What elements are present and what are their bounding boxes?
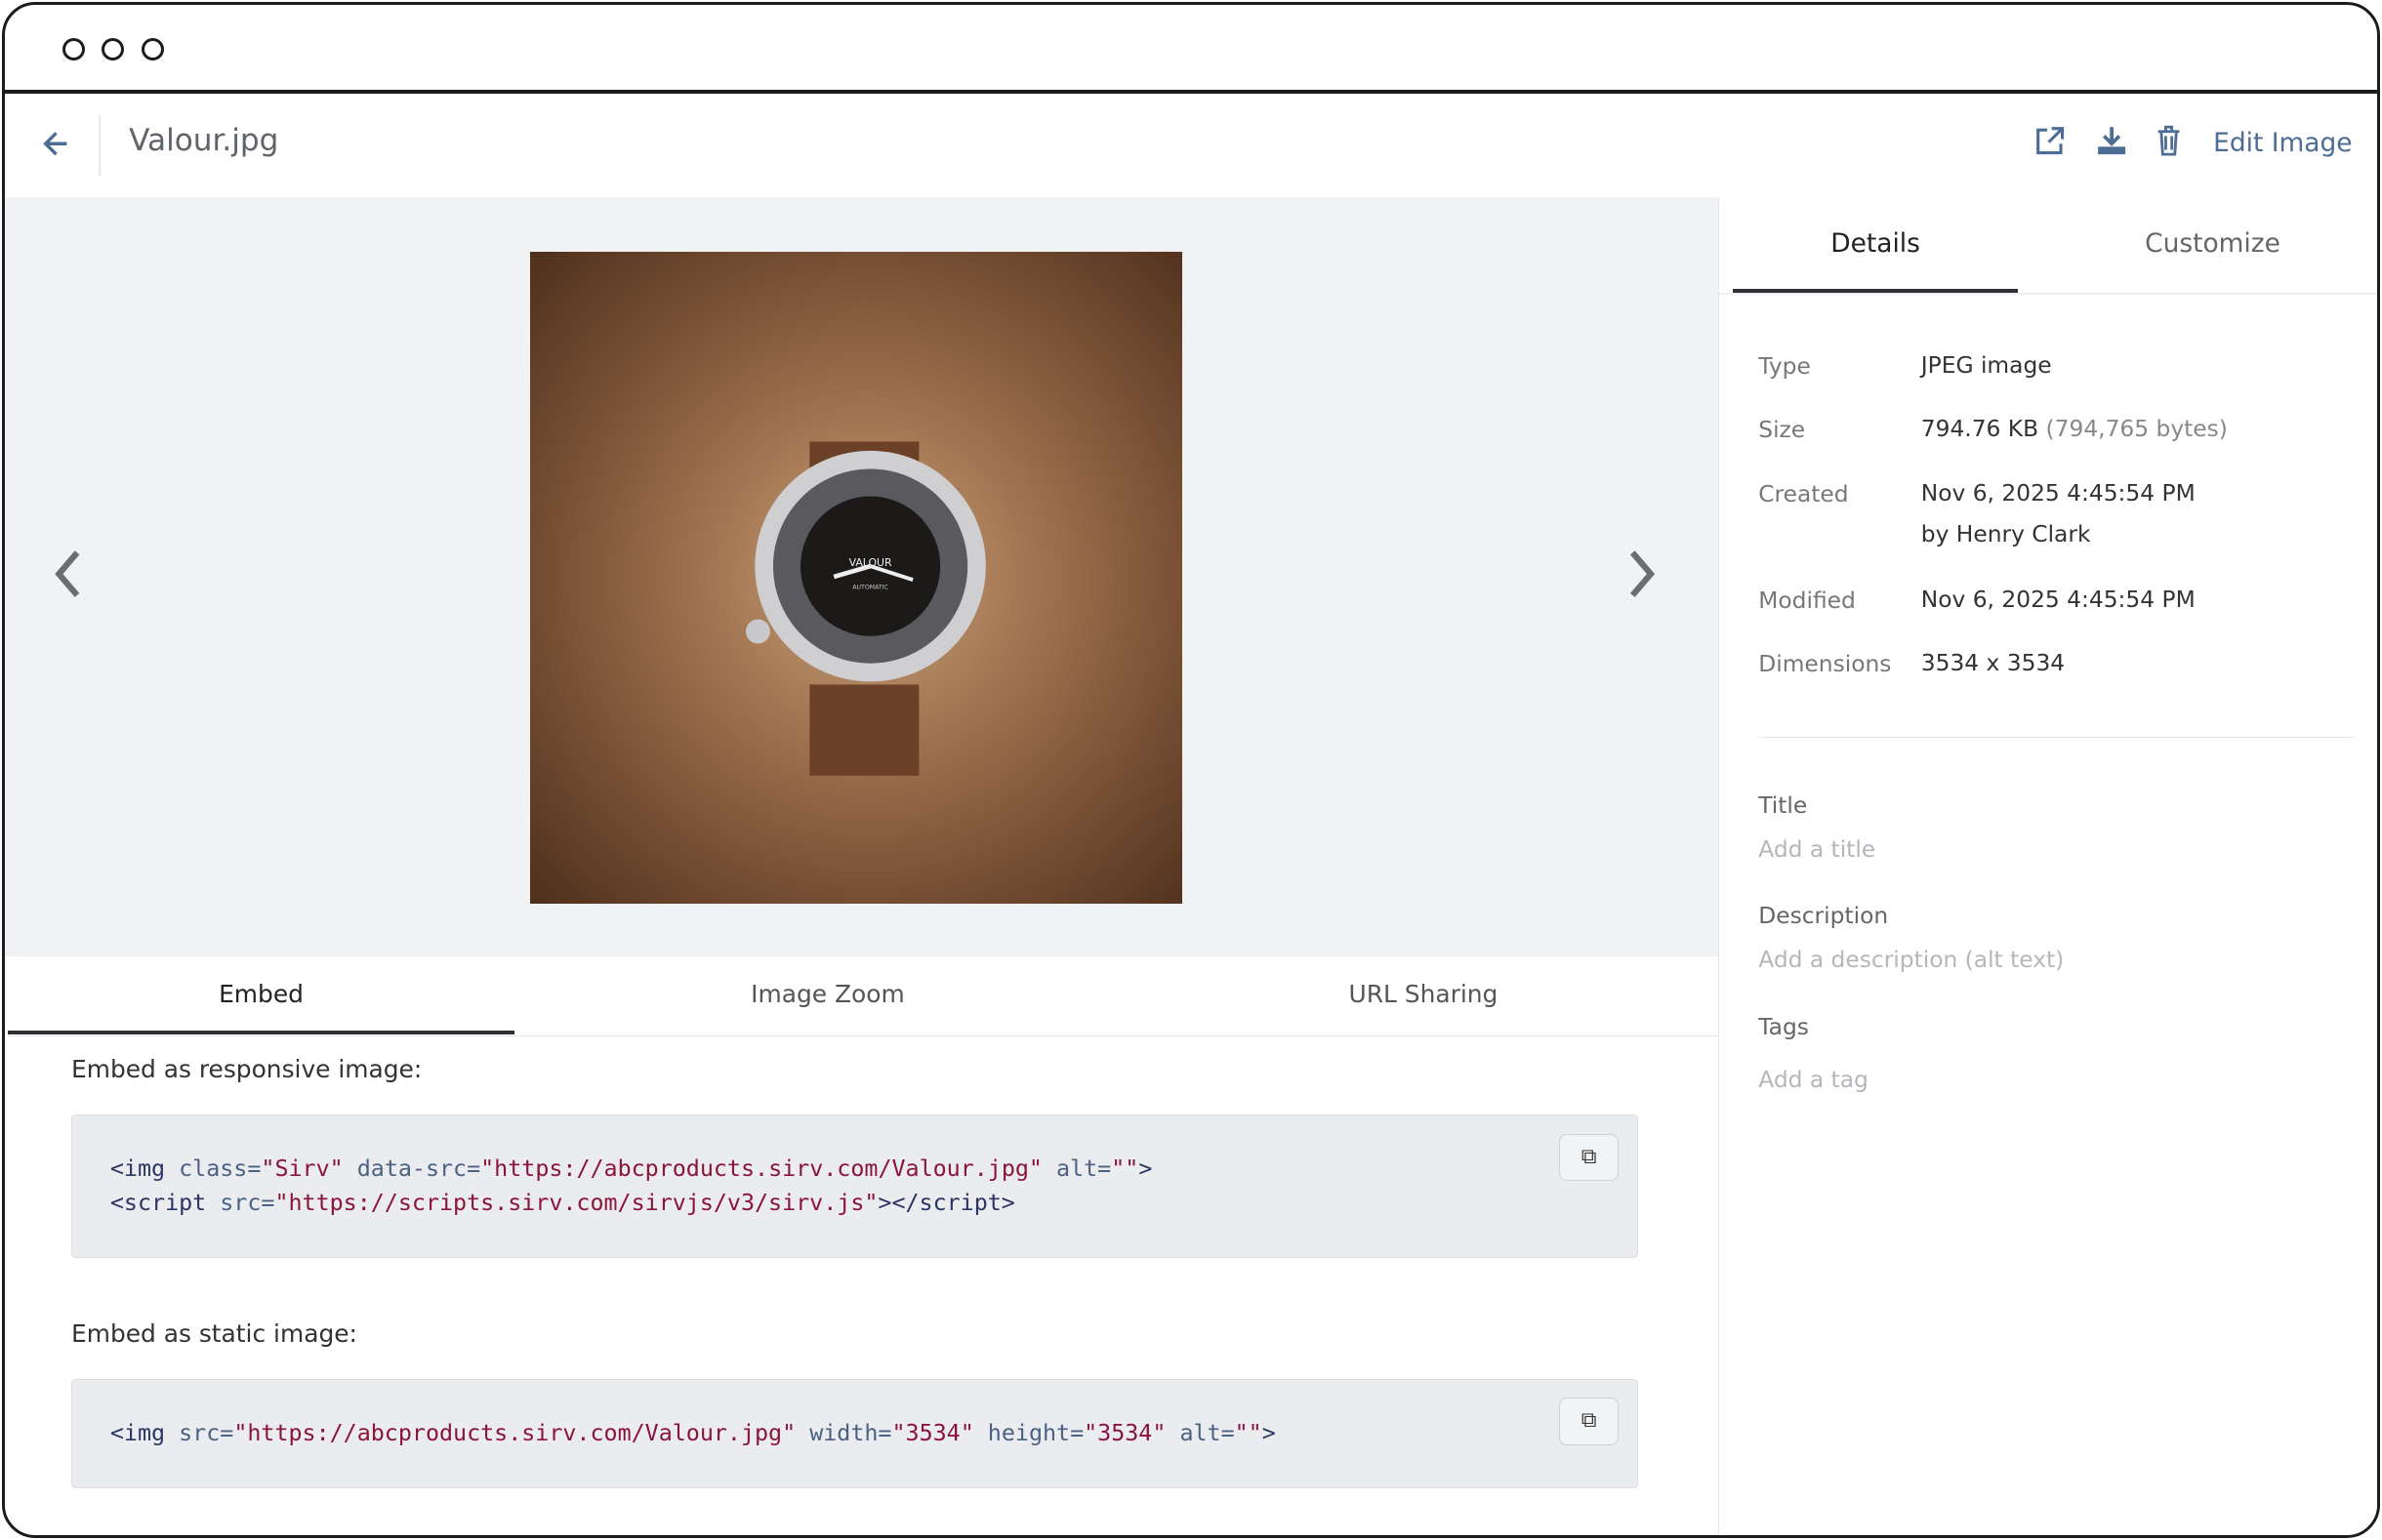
static-code-block[interactable]: <img src="https://abcproducts.sirv.com/V… [71,1378,1638,1489]
divider [1718,293,2378,295]
back-arrow-icon[interactable] [41,124,77,163]
open-external-icon[interactable] [2033,124,2067,160]
previous-image-button[interactable] [50,544,86,614]
tags-input[interactable]: Add a tag [1758,1066,1869,1093]
title-input[interactable]: Add a title [1758,835,1875,863]
detail-label: Size [1758,416,1806,444]
tab-image-zoom[interactable]: Image Zoom [514,956,1140,1035]
trash-icon[interactable] [2154,124,2187,160]
window-maximize-button[interactable] [141,37,164,61]
copy-icon[interactable]: ⧉ [1558,1398,1620,1446]
watch-subtitle: AUTOMATIC [852,585,888,591]
detail-value: Nov 6, 2025 4:45:54 PM by Henry Clark [1920,478,2196,547]
detail-label: Created [1758,479,1849,507]
description-input[interactable]: Add a description (alt text) [1758,946,2064,973]
tab-embed[interactable]: Embed [7,956,515,1035]
detail-label: Type [1758,351,1811,380]
divider [99,115,101,177]
detail-value: 3534 x 3534 [1920,649,2066,677]
title-bar [4,5,2378,94]
code-line: <img src="https://abcproducts.sirv.com/V… [109,1419,1276,1447]
edit-image-button[interactable]: Edit Image [2213,128,2352,158]
divider [1758,736,2355,739]
file-header: Valour.jpg Edit Image [4,94,2378,199]
detail-label: Modified [1758,586,1856,614]
detail-value: 794.76 KB (794,765 bytes) [1920,415,2228,443]
static-embed-label: Embed as static image: [71,1319,357,1349]
window-close-button[interactable] [62,37,85,61]
window-minimize-button[interactable] [102,37,125,61]
next-image-button[interactable] [1623,544,1660,614]
download-icon[interactable] [2095,124,2128,160]
copy-icon[interactable]: ⧉ [1558,1133,1620,1182]
image-preview: VALOUR AUTOMATIC [529,252,1182,904]
description-label: Description [1758,902,1889,930]
detail-value: JPEG image [1920,351,2052,380]
title-label: Title [1758,790,1808,819]
detail-label: Dimensions [1758,649,1892,677]
details-panel: Details Customize Type JPEG image Size 7… [1717,197,2378,1536]
code-line: <script src="https://scripts.sirv.com/si… [109,1188,1015,1216]
detail-value: Nov 6, 2025 4:45:54 PM [1920,585,2196,613]
tab-details[interactable]: Details [1732,197,2019,293]
app-window: Valour.jpg Edit Image VALOUR AUTOMATIC E… [1,1,2381,1539]
tab-customize[interactable]: Customize [2053,197,2372,291]
tags-label: Tags [1758,1012,1809,1040]
image-viewer: VALOUR AUTOMATIC [4,197,1718,957]
file-name: Valour.jpg [129,122,279,158]
watch-photo: VALOUR AUTOMATIC [745,441,986,777]
embed-tabs: Embed Image Zoom URL Sharing [7,956,1718,1037]
code-line: <img class="Sirv" data-src="https://abcp… [109,1155,1153,1183]
tab-url-sharing[interactable]: URL Sharing [1141,956,1706,1035]
responsive-embed-label: Embed as responsive image: [71,1055,423,1084]
responsive-code-block[interactable]: <img class="Sirv" data-src="https://abcp… [71,1114,1638,1258]
